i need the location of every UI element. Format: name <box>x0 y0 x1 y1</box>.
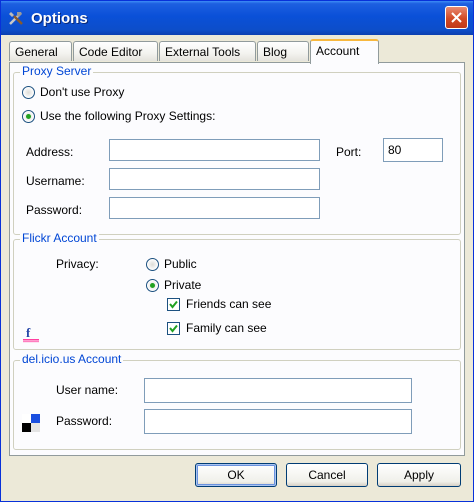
checkmark-icon <box>169 300 178 309</box>
private-radio[interactable] <box>146 279 159 292</box>
tab-external-tools[interactable]: External Tools <box>159 41 256 61</box>
use-proxy-radio[interactable] <box>22 110 35 123</box>
public-radio[interactable] <box>146 258 159 271</box>
address-input[interactable] <box>109 139 320 161</box>
apply-button[interactable]: Apply <box>377 463 461 487</box>
svg-text:f: f <box>26 325 31 340</box>
proxy-server-group: Proxy Server Don't use Proxy Use the fol… <box>13 64 461 235</box>
flickr-logo-icon: f <box>23 325 39 343</box>
proxy-password-input[interactable] <box>109 197 320 219</box>
address-label: Address: <box>26 145 74 159</box>
password-label: Password: <box>26 203 83 217</box>
proxy-server-legend: Proxy Server <box>20 64 94 78</box>
tab-account[interactable]: Account <box>310 39 379 64</box>
privacy-label: Privacy: <box>56 257 99 271</box>
window-title: Options <box>31 10 88 27</box>
delicious-password-input[interactable] <box>144 409 412 434</box>
username-label: Username: <box>26 174 85 188</box>
tools-icon <box>9 12 23 25</box>
cancel-button[interactable]: Cancel <box>286 463 368 487</box>
dont-use-proxy-radio[interactable] <box>22 86 35 99</box>
flickr-account-legend: Flickr Account <box>20 231 99 245</box>
family-label[interactable]: Family can see <box>186 321 267 335</box>
delicious-username-input[interactable] <box>144 378 412 403</box>
port-input[interactable] <box>383 138 443 162</box>
flickr-account-group: Flickr Account Privacy: Public Private F… <box>13 231 461 350</box>
friends-checkbox[interactable] <box>167 298 180 311</box>
title-bar[interactable]: Options <box>1 1 473 35</box>
checkmark-icon <box>169 324 178 333</box>
delicious-logo-icon <box>22 414 40 432</box>
use-proxy-label[interactable]: Use the following Proxy Settings: <box>40 109 215 123</box>
dont-use-proxy-label[interactable]: Don't use Proxy <box>40 85 124 99</box>
delicious-username-label: User name: <box>56 383 119 397</box>
delicious-password-label: Password: <box>56 414 113 428</box>
friends-label[interactable]: Friends can see <box>186 297 271 311</box>
public-label[interactable]: Public <box>164 257 197 271</box>
options-dialog: Options General Code Editor External Too… <box>0 0 474 502</box>
proxy-username-input[interactable] <box>109 168 320 190</box>
account-panel: Proxy Server Don't use Proxy Use the fol… <box>9 62 465 456</box>
close-button[interactable] <box>445 6 468 29</box>
tab-general[interactable]: General <box>9 41 72 61</box>
port-label: Port: <box>336 145 362 159</box>
close-icon <box>451 12 462 23</box>
tab-code-editor[interactable]: Code Editor <box>73 41 158 61</box>
family-checkbox[interactable] <box>167 322 180 335</box>
ok-button[interactable]: OK <box>195 463 277 487</box>
delicious-account-group: del.icio.us Account User name: Password: <box>13 352 461 450</box>
tab-blog[interactable]: Blog <box>257 41 309 61</box>
delicious-account-legend: del.icio.us Account <box>20 352 124 366</box>
private-label[interactable]: Private <box>164 278 201 292</box>
